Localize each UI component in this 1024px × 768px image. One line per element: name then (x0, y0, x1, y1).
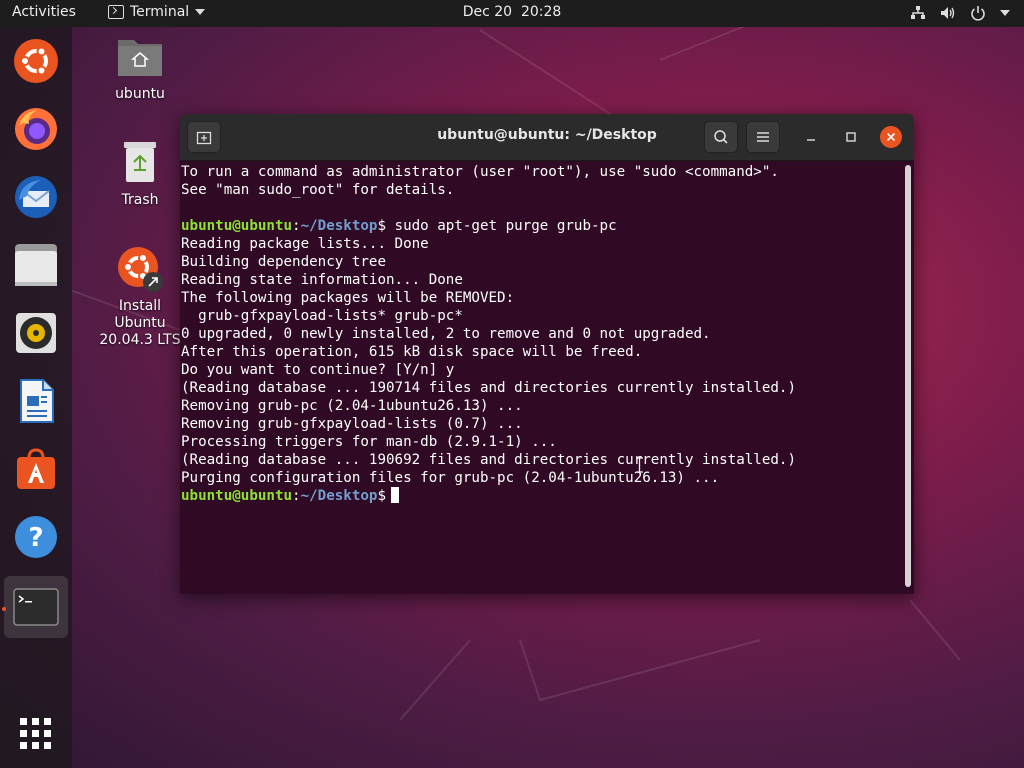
maximize-icon (846, 132, 856, 142)
terminal-line: (Reading database ... 190692 files and d… (181, 452, 796, 468)
hamburger-menu-icon (757, 132, 769, 142)
prompt-path: ~/Desktop (300, 488, 378, 504)
dock-item-thunderbird[interactable] (11, 172, 61, 222)
svg-text:?: ? (28, 523, 43, 553)
terminal-line: 0 upgraded, 0 newly installed, 2 to remo… (181, 326, 711, 342)
search-icon (714, 130, 728, 144)
help-icon: ? (15, 516, 57, 558)
terminal-line: To run a command as administrator (user … (181, 164, 779, 180)
prompt-user: ubuntu@ubuntu (181, 488, 293, 504)
volume-icon (941, 7, 955, 19)
minimize-icon (807, 139, 815, 141)
terminal-titlebar[interactable]: ubuntu@ubuntu: ~/Desktop (180, 114, 914, 161)
dock-item-terminal[interactable] (4, 576, 68, 638)
desktop-icon-label: Trash (121, 192, 159, 208)
terminal-output-area[interactable]: To run a command as administrator (user … (180, 161, 914, 594)
terminal-line: Removing grub-pc (2.04-1ubuntu26.13) ... (181, 398, 523, 414)
ubuntu-installer-icon (118, 247, 163, 292)
terminal-line: Reading package lists... Done (181, 236, 429, 252)
dock-item-install-ubuntu[interactable] (11, 36, 61, 86)
running-indicator (2, 607, 6, 611)
close-icon (886, 132, 896, 142)
rhythmbox-icon (16, 313, 56, 353)
libreoffice-writer-icon (20, 379, 54, 423)
power-icon (971, 6, 985, 21)
desktop-icon-label-line1: Install Ubuntu (114, 298, 166, 331)
prompt-sep: : (292, 488, 301, 504)
prompt-user: ubuntu@ubuntu (181, 218, 293, 234)
dock: ? (0, 27, 72, 768)
menu-button[interactable] (746, 121, 780, 153)
minimize-button[interactable] (800, 126, 822, 148)
terminal-line: See "man sudo_root" for details. (181, 182, 455, 198)
terminal-line: After this operation, 615 kB disk space … (181, 344, 643, 360)
text-cursor (391, 487, 400, 503)
close-button[interactable] (880, 126, 902, 148)
prompt-sep: : (292, 218, 301, 234)
terminal-line: grub-gfxpayload-lists* grub-pc* (181, 308, 463, 324)
terminal-line: Reading state information... Done (181, 272, 463, 288)
prompt-path: ~/Desktop (300, 218, 378, 234)
dock-item-firefox[interactable] (11, 104, 61, 154)
dock-item-help[interactable]: ? (11, 512, 61, 562)
dock-item-files[interactable] (11, 240, 61, 290)
show-applications-button[interactable] (11, 709, 61, 759)
terminal-window[interactable]: ubuntu@ubuntu: ~/Desktop To run a comman… (180, 114, 914, 594)
prompt-end: $ (377, 488, 387, 504)
dock-item-libreoffice-writer[interactable] (11, 376, 61, 426)
terminal-line: Processing triggers for man-db (2.9.1-1)… (181, 434, 557, 450)
command-text: sudo apt-get purge grub-pc (386, 218, 617, 234)
trash-icon (124, 142, 156, 182)
terminal-icon (13, 588, 59, 626)
terminal-line: Building dependency tree (181, 254, 386, 270)
files-icon (15, 244, 57, 286)
prompt-end: $ (377, 218, 387, 234)
apps-grid-icon (20, 718, 51, 749)
desktop-icon-label: ubuntu (115, 86, 165, 102)
scrollbar[interactable] (905, 165, 911, 587)
desktop-icon-trash[interactable]: Trash (100, 140, 180, 209)
terminal-line: (Reading database ... 190714 files and d… (181, 380, 796, 396)
system-status-menu[interactable] (910, 5, 1010, 21)
home-folder-icon (118, 40, 162, 76)
network-icon (911, 6, 925, 19)
terminal-line: The following packages will be REMOVED: (181, 290, 515, 306)
software-icon (17, 448, 55, 489)
chevron-down-icon (1000, 10, 1010, 16)
terminal-line: Removing grub-gfxpayload-lists (0.7) ... (181, 416, 523, 432)
desktop-icon-home[interactable]: ubuntu (100, 36, 180, 103)
terminal-line: Do you want to continue? [Y/n] y (181, 362, 455, 378)
terminal-text: To run a command as administrator (user … (181, 163, 796, 505)
dock-item-rhythmbox[interactable] (11, 308, 61, 358)
ubuntu-installer-icon (14, 39, 58, 83)
ibeam-cursor-icon (636, 457, 643, 473)
clock[interactable]: Dec 20 20:28 (0, 4, 1024, 20)
maximize-button[interactable] (840, 126, 862, 148)
desktop-icon-label-line2: 20.04.3 LTS (99, 332, 181, 348)
search-button[interactable] (704, 121, 738, 153)
top-bar: Activities Terminal Dec 20 20:28 (0, 0, 1024, 27)
thunderbird-icon (15, 176, 57, 218)
dock-item-software[interactable] (11, 444, 61, 494)
desktop-icon-install-ubuntu[interactable]: Install Ubuntu 20.04.3 LTS (92, 244, 188, 349)
firefox-icon (15, 108, 57, 150)
